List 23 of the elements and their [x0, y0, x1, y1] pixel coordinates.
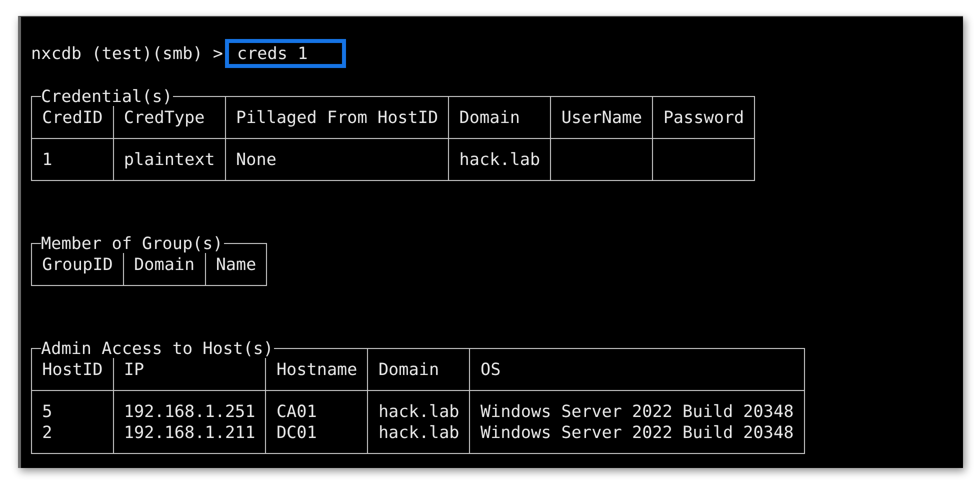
command-text: creds 1: [224, 39, 346, 68]
table-cell: None: [225, 138, 449, 180]
column-header: UserName: [550, 96, 653, 138]
column-header: Password: [652, 96, 755, 138]
table-cell: 2: [32, 422, 114, 454]
table-cell: CA01: [266, 390, 368, 422]
table-cell: 192.168.1.211: [113, 422, 266, 454]
column-header: Domain: [448, 96, 551, 138]
column-header: Domain: [368, 348, 470, 390]
table-cell: Windows Server 2022 Build 20348: [470, 390, 804, 422]
table-cell: DC01: [266, 422, 368, 454]
column-header: OS: [470, 348, 804, 390]
table-cell: Windows Server 2022 Build 20348: [470, 422, 804, 454]
prompt-text: nxcdb (test)(smb) >: [31, 43, 223, 64]
table-cell: 1: [32, 138, 114, 180]
table-cell: plaintext: [113, 138, 226, 180]
table-cell: hack.lab: [368, 422, 470, 454]
table-cell: hack.lab: [368, 390, 470, 422]
table-title: Credential(s): [41, 86, 174, 106]
table-cell: hack.lab: [448, 138, 551, 180]
table-cell: 192.168.1.251: [113, 390, 266, 422]
table-cell: 5: [32, 390, 114, 422]
column-header: Pillaged From HostID: [225, 96, 449, 138]
